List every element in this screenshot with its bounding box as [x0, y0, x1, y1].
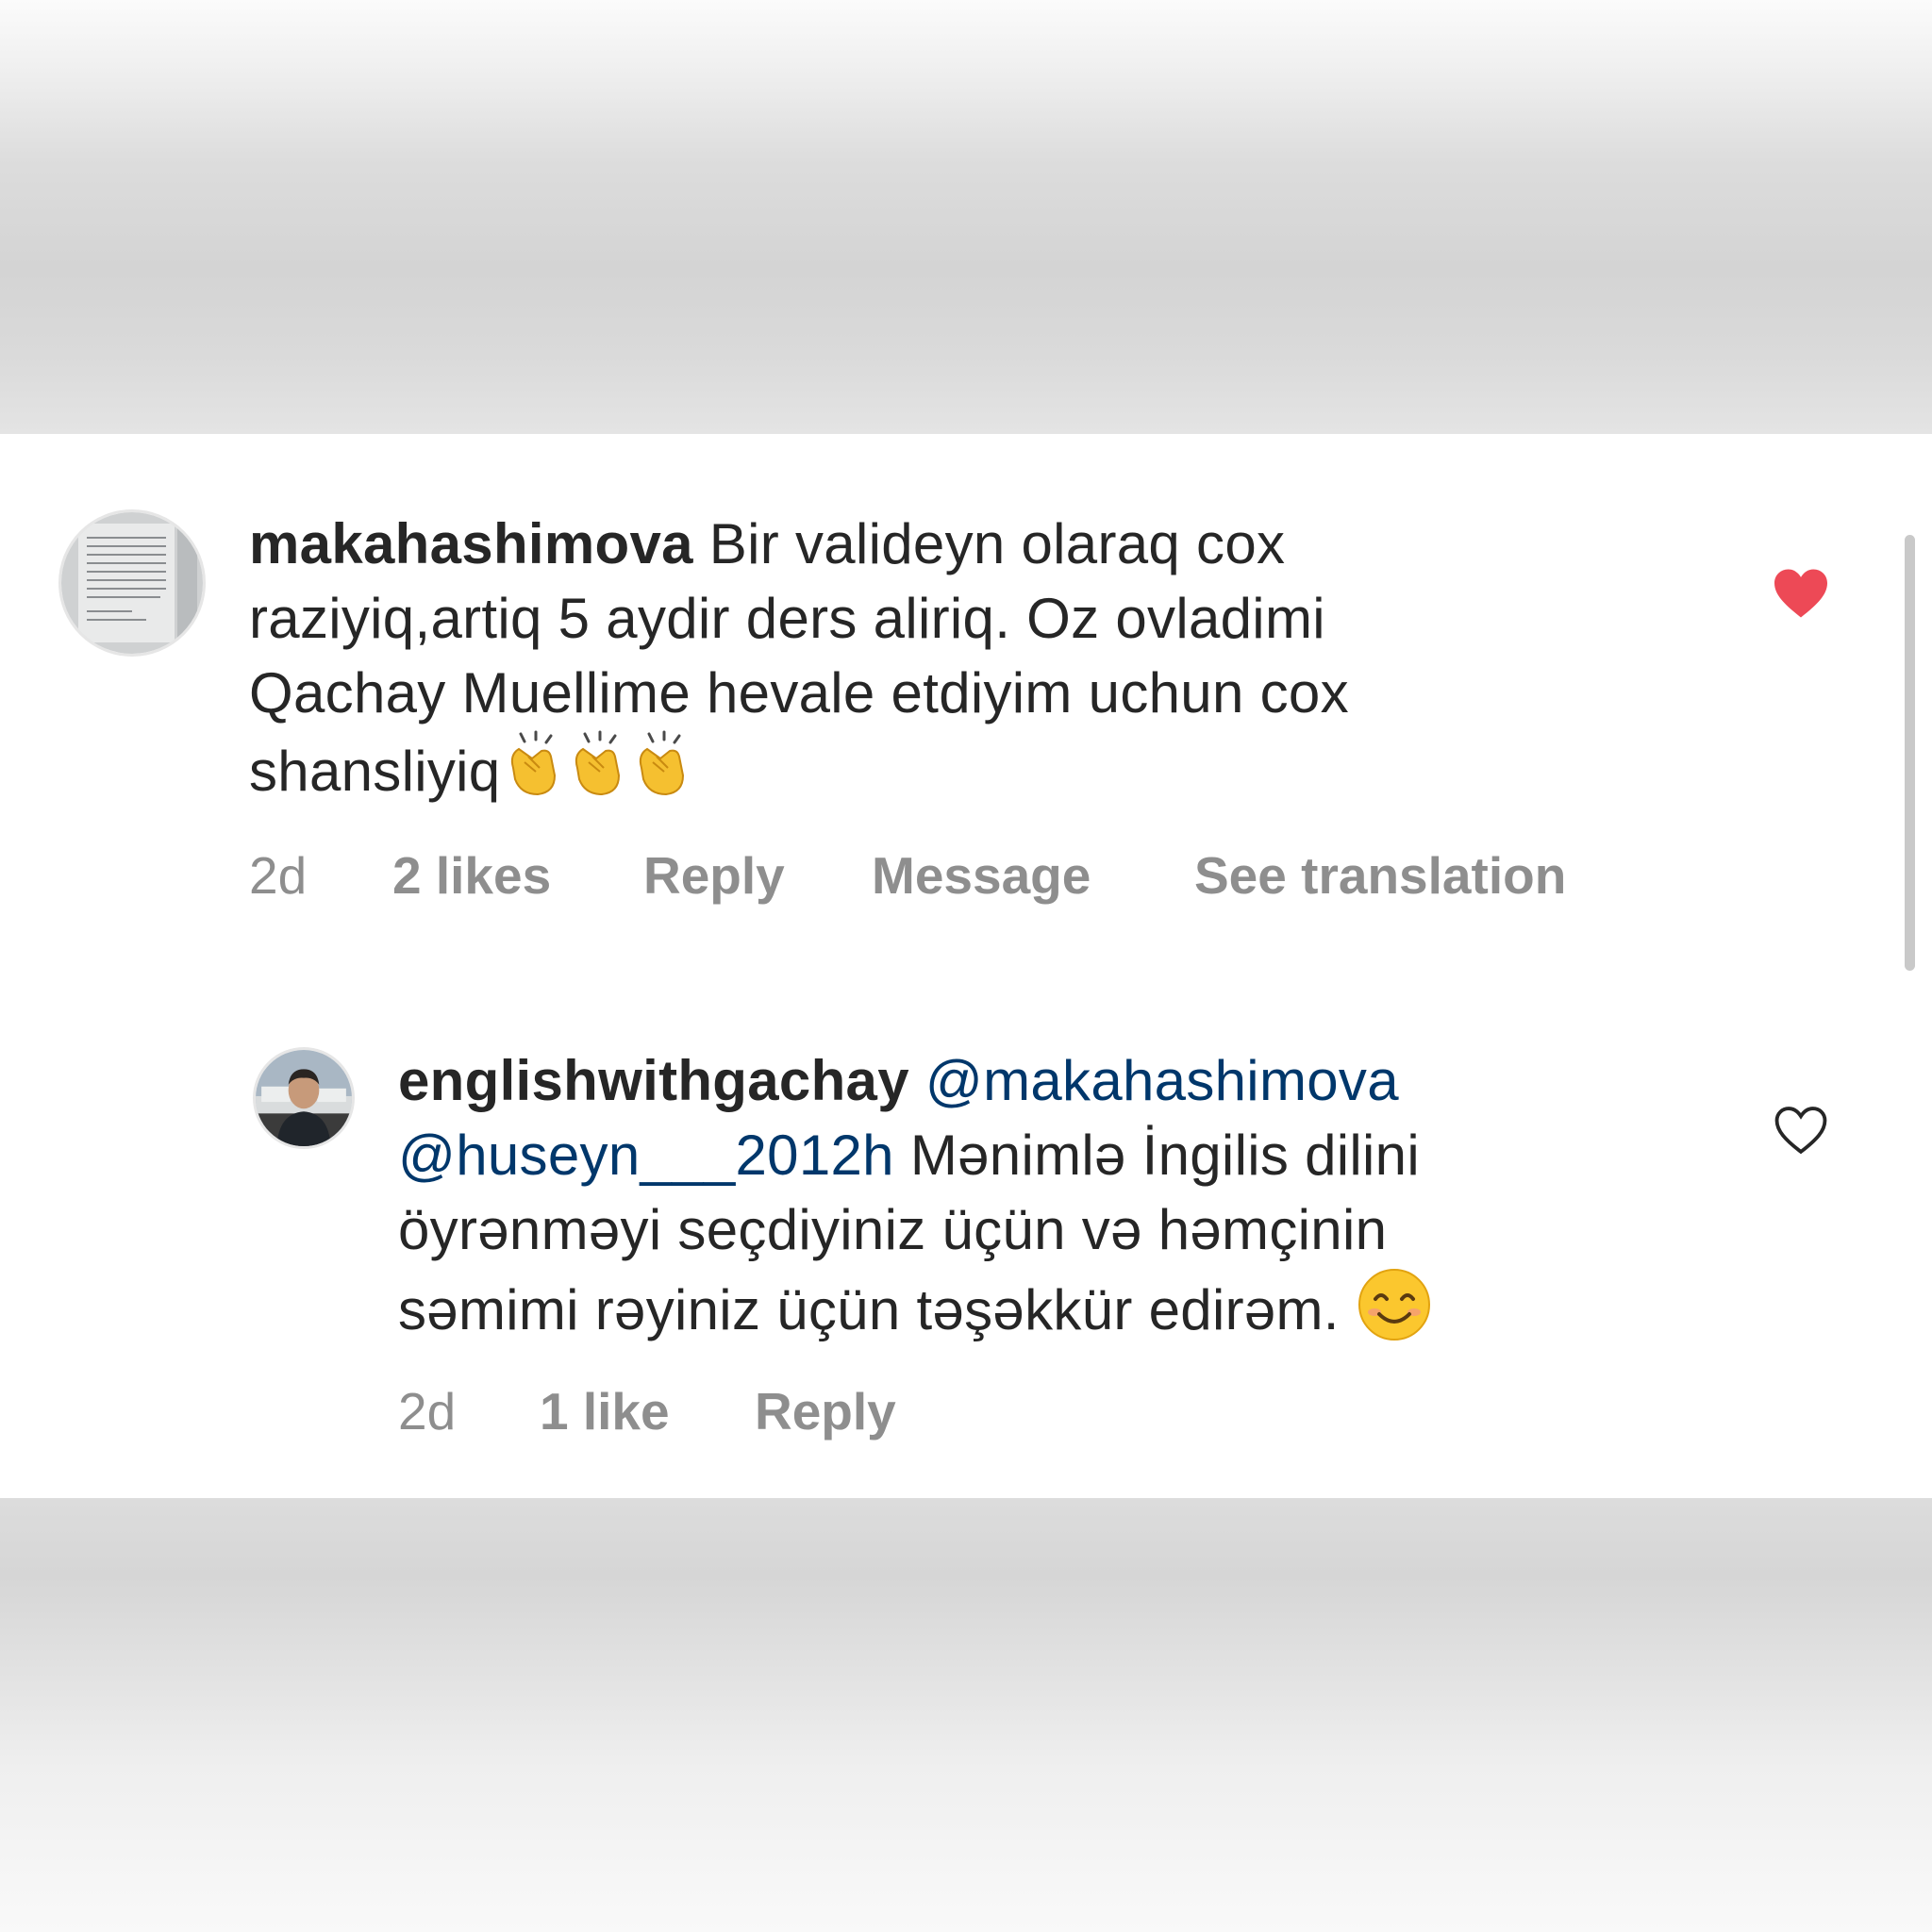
blurred-content-top — [0, 0, 1932, 434]
comment-timestamp: 2d — [398, 1382, 457, 1441]
clapping-hands-icon — [632, 730, 692, 798]
comment-meta: 2d 1 like Reply — [398, 1381, 1247, 1447]
comment-line: Mənimlə İngilis dilini — [909, 1124, 1420, 1187]
clapping-hands-icon — [568, 730, 628, 798]
mention-link[interactable]: @makahashimova — [925, 1049, 1399, 1112]
comment-text: englishwithgachay @makahashimova @huseyn… — [398, 1043, 1794, 1347]
avatar[interactable] — [58, 509, 206, 657]
comment-meta: 2d 2 likes Reply Message See translation — [249, 845, 1664, 911]
book-page-photo — [61, 512, 203, 654]
comment-username[interactable]: makahashimova — [249, 512, 693, 575]
avatar[interactable] — [253, 1047, 355, 1149]
comment-timestamp: 2d — [249, 846, 308, 905]
smiling-face-icon — [1357, 1267, 1432, 1342]
comment-line: Qachay Muellime hevale etdiyim uchun cox — [249, 661, 1349, 724]
comment-line: səmimi rəyiniz üçün təşəkkür edirəm. — [398, 1278, 1340, 1341]
comment-username[interactable]: englishwithgachay — [398, 1049, 909, 1112]
comment-line: öyrənməyi seçdiyiniz üçün və həmçinin — [398, 1198, 1388, 1261]
scrollbar[interactable] — [1905, 535, 1915, 971]
likes-count[interactable]: 1 like — [540, 1381, 670, 1441]
likes-count[interactable]: 2 likes — [392, 845, 551, 906]
blurred-content-bottom — [0, 1498, 1932, 1932]
mention-link[interactable]: @huseyn___2012h — [398, 1124, 894, 1187]
message-button[interactable]: Message — [872, 845, 1091, 906]
see-translation-button[interactable]: See translation — [1194, 845, 1566, 906]
clapping-hands-icon — [504, 730, 564, 798]
like-button[interactable] — [1772, 567, 1830, 620]
comment-line: shansliyiq — [249, 740, 501, 803]
heart-filled-icon — [1774, 569, 1827, 618]
reply-button[interactable]: Reply — [755, 1381, 896, 1441]
comment-line: raziyiq,artiq 5 aydir ders aliriq. Oz ov… — [249, 587, 1325, 650]
heart-outline-icon — [1774, 1107, 1827, 1155]
like-button[interactable] — [1772, 1104, 1830, 1157]
reply-button[interactable]: Reply — [643, 845, 785, 906]
comment-text: makahashimova Bir valideyn olaraq cox ra… — [249, 507, 1796, 808]
comment-line: Bir valideyn olaraq cox — [708, 512, 1286, 575]
profile-photo — [256, 1050, 352, 1146]
